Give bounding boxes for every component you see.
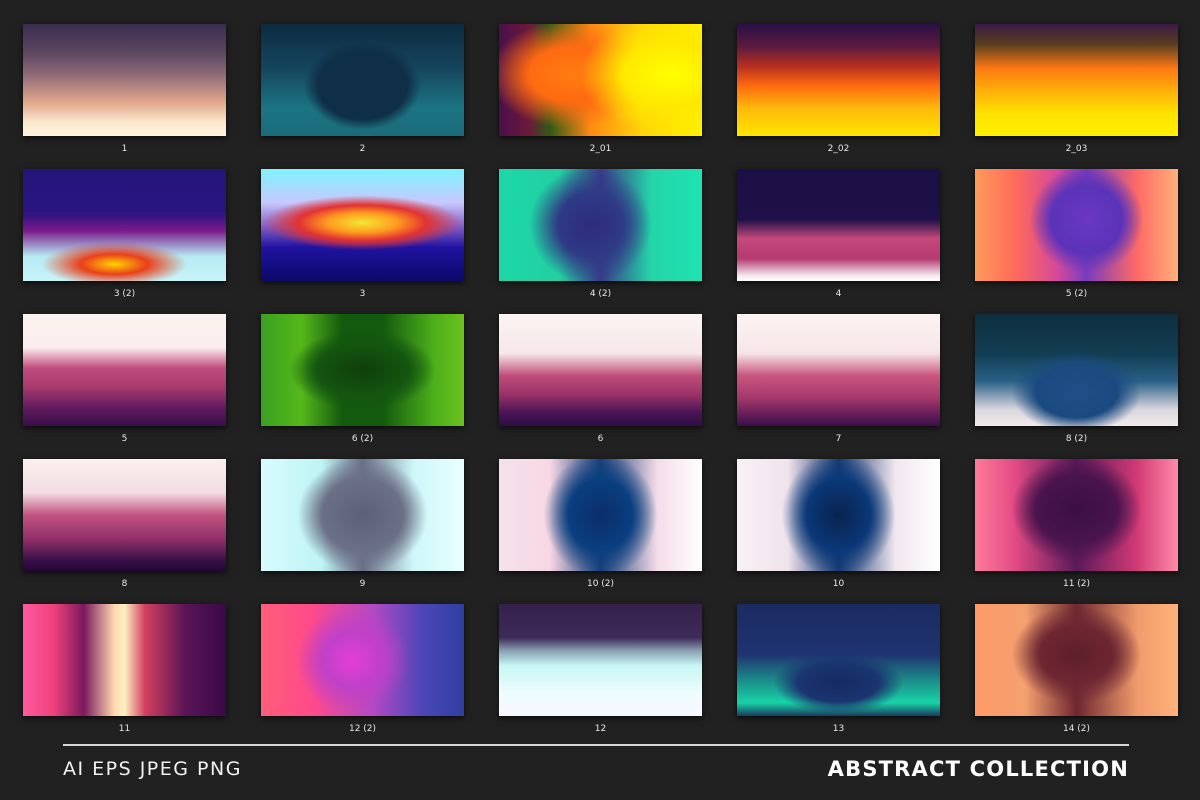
gradient-thumbnail[interactable] bbox=[23, 169, 226, 281]
thumbnail-caption: 4 bbox=[835, 289, 842, 299]
thumbnail-item[interactable]: 9 bbox=[261, 459, 464, 604]
thumbnail-caption: 3 (2) bbox=[113, 289, 136, 299]
thumbnail-item[interactable]: 7 bbox=[737, 314, 940, 459]
gradient-thumbnail[interactable] bbox=[737, 459, 940, 571]
collection-title: ABSTRACT COLLECTION bbox=[827, 757, 1129, 781]
gradient-thumbnail[interactable] bbox=[261, 604, 464, 716]
gradient-thumbnail[interactable] bbox=[23, 24, 226, 136]
thumbnail-caption: 2 bbox=[359, 144, 366, 154]
thumbnail-caption: 5 bbox=[121, 434, 128, 444]
thumbnail-caption: 3 bbox=[359, 289, 366, 299]
thumbnail-caption: 13 bbox=[832, 724, 845, 734]
thumbnail-caption: 12 bbox=[594, 724, 607, 734]
thumbnail-item[interactable]: 11 bbox=[23, 604, 226, 749]
gradient-thumbnail[interactable] bbox=[737, 24, 940, 136]
thumbnail-caption: 8 bbox=[121, 579, 128, 589]
thumbnail-caption: 14 (2) bbox=[1062, 724, 1091, 734]
gradient-thumbnail[interactable] bbox=[737, 604, 940, 716]
gradient-thumbnail[interactable] bbox=[23, 314, 226, 426]
gradient-thumbnail[interactable] bbox=[261, 169, 464, 281]
thumbnail-item[interactable]: 6 (2) bbox=[261, 314, 464, 459]
gradient-thumbnail[interactable] bbox=[975, 314, 1178, 426]
thumbnail-caption: 7 bbox=[835, 434, 842, 444]
gradient-thumbnail[interactable] bbox=[261, 314, 464, 426]
thumbnail-caption: 6 bbox=[597, 434, 604, 444]
gradient-thumbnail[interactable] bbox=[737, 314, 940, 426]
thumbnail-item[interactable]: 10 bbox=[737, 459, 940, 604]
thumbnail-item[interactable]: 2_01 bbox=[499, 24, 702, 169]
thumbnail-item[interactable]: 4 (2) bbox=[499, 169, 702, 314]
thumbnail-caption: 10 (2) bbox=[586, 579, 615, 589]
thumbnail-caption: 4 (2) bbox=[589, 289, 612, 299]
gradient-thumbnail[interactable] bbox=[261, 24, 464, 136]
thumbnail-item[interactable]: 2_03 bbox=[975, 24, 1178, 169]
file-formats-label: AI EPS JPEG PNG bbox=[63, 758, 242, 780]
thumbnail-caption: 8 (2) bbox=[1065, 434, 1088, 444]
thumbnail-caption: 6 (2) bbox=[351, 434, 374, 444]
thumbnail-item[interactable]: 1 bbox=[23, 24, 226, 169]
gradient-thumbnail[interactable] bbox=[23, 459, 226, 571]
gradient-thumbnail[interactable] bbox=[975, 604, 1178, 716]
gradient-thumbnail[interactable] bbox=[975, 169, 1178, 281]
thumbnail-item[interactable]: 8 (2) bbox=[975, 314, 1178, 459]
thumbnail-item[interactable]: 5 (2) bbox=[975, 169, 1178, 314]
gradient-thumbnail[interactable] bbox=[499, 314, 702, 426]
gradient-thumbnail[interactable] bbox=[261, 459, 464, 571]
thumbnail-item[interactable]: 4 bbox=[737, 169, 940, 314]
thumbnail-item[interactable]: 11 (2) bbox=[975, 459, 1178, 604]
thumbnail-grid: 1 2 2_01 2_02 2_03 3 (2) 3 4 (2) 4 5 (2)… bbox=[23, 24, 1178, 744]
gradient-thumbnail[interactable] bbox=[975, 459, 1178, 571]
gradient-thumbnail[interactable] bbox=[23, 604, 226, 716]
thumbnail-caption: 2_02 bbox=[827, 144, 850, 154]
thumbnail-item[interactable]: 6 bbox=[499, 314, 702, 459]
thumbnail-caption: 1 bbox=[121, 144, 128, 154]
thumbnail-item[interactable]: 2 bbox=[261, 24, 464, 169]
footer-divider bbox=[63, 744, 1129, 746]
thumbnail-item[interactable]: 13 bbox=[737, 604, 940, 749]
thumbnail-item[interactable]: 5 bbox=[23, 314, 226, 459]
thumbnail-item[interactable]: 8 bbox=[23, 459, 226, 604]
thumbnail-caption: 2_01 bbox=[589, 144, 612, 154]
thumbnail-item[interactable]: 3 (2) bbox=[23, 169, 226, 314]
thumbnail-caption: 11 (2) bbox=[1062, 579, 1091, 589]
gradient-thumbnail[interactable] bbox=[499, 169, 702, 281]
thumbnail-item[interactable]: 14 (2) bbox=[975, 604, 1178, 749]
thumbnail-item[interactable]: 12 bbox=[499, 604, 702, 749]
thumbnail-caption: 12 (2) bbox=[348, 724, 377, 734]
thumbnail-caption: 11 bbox=[118, 724, 131, 734]
thumbnail-item[interactable]: 12 (2) bbox=[261, 604, 464, 749]
gradient-thumbnail[interactable] bbox=[975, 24, 1178, 136]
thumbnail-caption: 2_03 bbox=[1065, 144, 1088, 154]
thumbnail-item[interactable]: 3 bbox=[261, 169, 464, 314]
gradient-thumbnail[interactable] bbox=[499, 24, 702, 136]
thumbnail-caption: 10 bbox=[832, 579, 845, 589]
thumbnail-item[interactable]: 10 (2) bbox=[499, 459, 702, 604]
thumbnail-caption: 9 bbox=[359, 579, 366, 589]
thumbnail-caption: 5 (2) bbox=[1065, 289, 1088, 299]
gradient-thumbnail[interactable] bbox=[499, 459, 702, 571]
gradient-thumbnail[interactable] bbox=[499, 604, 702, 716]
thumbnail-item[interactable]: 2_02 bbox=[737, 24, 940, 169]
gradient-thumbnail[interactable] bbox=[737, 169, 940, 281]
